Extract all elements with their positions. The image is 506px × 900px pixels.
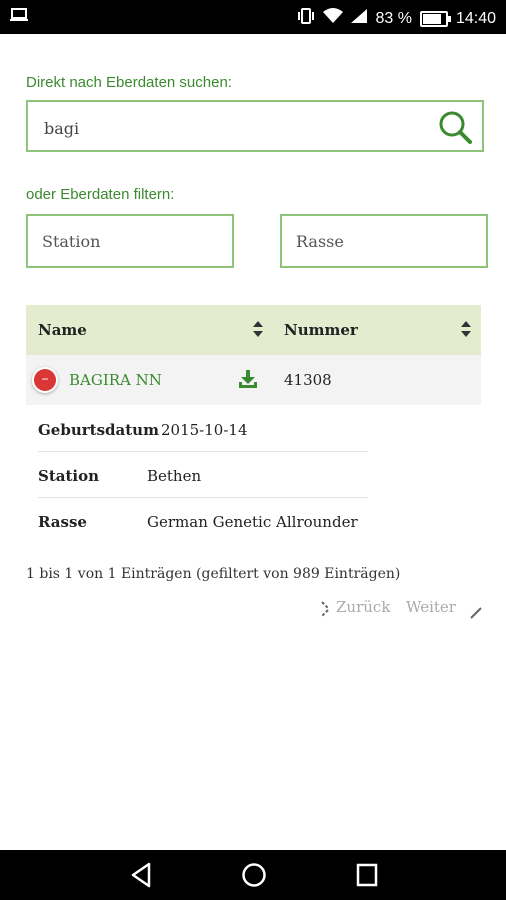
wifi-icon xyxy=(323,8,344,29)
prev-page-button[interactable]: Zurück xyxy=(336,598,390,616)
table-info: 1 bis 1 von 1 Einträgen (gefiltert von 9… xyxy=(26,566,401,582)
detail-row-geburtsdatum: Geburtsdatum 2015-10-14 xyxy=(38,405,368,452)
search-icon[interactable] xyxy=(438,110,472,144)
table-header: Name Nummer xyxy=(26,305,481,355)
row-details: Geburtsdatum 2015-10-14 Station Bethen R… xyxy=(26,405,481,555)
detail-key: Geburtsdatum xyxy=(38,421,159,439)
column-header-nummer[interactable]: Nummer xyxy=(284,321,358,339)
laptop-icon xyxy=(10,8,28,27)
sort-icon[interactable] xyxy=(252,320,264,338)
detail-value: Bethen xyxy=(147,467,202,485)
detail-key: Station xyxy=(38,467,100,485)
home-icon[interactable] xyxy=(241,862,267,888)
boar-number: 41308 xyxy=(284,371,332,389)
detail-value: 2015-10-14 xyxy=(161,421,248,439)
search-input[interactable] xyxy=(42,114,426,142)
vibrate-icon xyxy=(297,8,315,29)
detail-key: Rasse xyxy=(38,513,87,531)
recents-icon[interactable] xyxy=(355,862,379,888)
rasse-placeholder: Rasse xyxy=(296,232,344,251)
back-icon[interactable] xyxy=(129,862,153,888)
collapse-row-button[interactable]: – xyxy=(34,369,56,391)
next-page-button[interactable]: Weiter xyxy=(406,598,456,616)
boar-name-link[interactable]: BAGIRA NN xyxy=(69,371,162,389)
download-icon[interactable] xyxy=(238,369,258,389)
battery-icon xyxy=(419,10,451,27)
filter-label: oder Eberdaten filtern: xyxy=(26,186,175,203)
sort-icon[interactable] xyxy=(460,320,472,338)
android-nav-bar xyxy=(0,850,506,900)
prev-arrow-icon xyxy=(320,600,330,622)
signal-icon xyxy=(351,9,368,28)
rasse-filter[interactable]: Rasse xyxy=(280,214,488,268)
search-label: Direkt nach Eberdaten suchen: xyxy=(26,74,232,91)
column-header-name[interactable]: Name xyxy=(38,321,87,339)
detail-row-rasse: Rasse German Genetic Allrounder xyxy=(38,497,368,543)
table-row[interactable]: – BAGIRA NN 41308 xyxy=(26,355,481,405)
detail-value: German Genetic Allrounder xyxy=(147,513,358,531)
station-placeholder: Station xyxy=(42,232,101,251)
clock: 14:40 xyxy=(455,9,496,27)
status-bar: 83 % 14:40 xyxy=(0,0,506,34)
boar-table: Name Nummer – BAGIRA NN 41308 Geburtsdat… xyxy=(26,305,481,555)
detail-row-station: Station Bethen xyxy=(38,451,368,498)
next-arrow-icon xyxy=(470,604,482,623)
search-field[interactable] xyxy=(26,100,484,152)
station-filter[interactable]: Station xyxy=(26,214,234,268)
battery-percent: 83 % xyxy=(375,9,412,27)
